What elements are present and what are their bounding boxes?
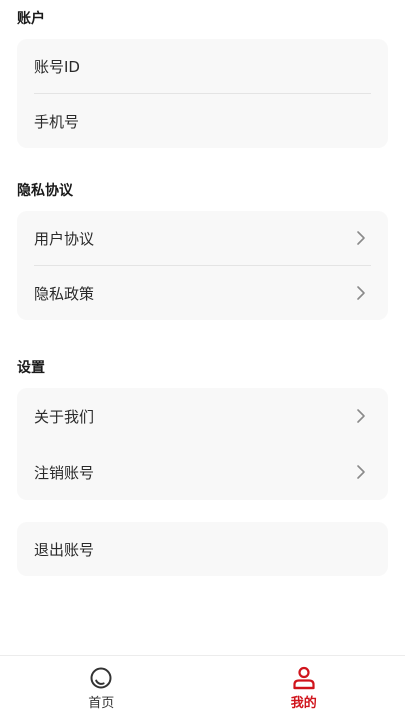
chevron-right-icon — [357, 286, 365, 300]
user-agreement-row[interactable]: 用户协议 — [17, 211, 388, 265]
tab-home[interactable]: 首页 — [0, 656, 203, 720]
privacy-card: 用户协议 隐私政策 — [17, 211, 388, 320]
phone-number-label: 手机号 — [34, 112, 80, 131]
about-us-label: 关于我们 — [34, 407, 95, 426]
tab-mine-label: 我的 — [290, 696, 317, 711]
phone-number-row[interactable]: 手机号 — [17, 94, 388, 148]
section-title-settings: 设置 — [17, 360, 45, 376]
logout-label: 退出账号 — [34, 540, 95, 559]
privacy-policy-label: 隐私政策 — [34, 284, 95, 303]
delete-account-row[interactable]: 注销账号 — [17, 444, 388, 500]
account-id-label: 账号ID — [34, 57, 80, 76]
tab-mine[interactable]: 我的 — [203, 656, 405, 720]
logout-card: 退出账号 — [17, 522, 388, 576]
chevron-right-icon — [357, 465, 365, 479]
profile-icon — [293, 666, 315, 690]
chevron-right-icon — [357, 409, 365, 423]
logout-button[interactable]: 退出账号 — [17, 522, 388, 576]
account-card: 账号ID 手机号 — [17, 39, 388, 148]
home-icon — [90, 667, 112, 689]
tab-home-label: 首页 — [88, 696, 115, 711]
settings-screen: 账户 账号ID 手机号 隐私协议 用户协议 隐私政策 设置 关于我们 注销账号 — [0, 0, 405, 720]
delete-account-label: 注销账号 — [34, 463, 95, 482]
privacy-policy-row[interactable]: 隐私政策 — [17, 266, 388, 320]
settings-card: 关于我们 注销账号 — [17, 388, 388, 500]
user-agreement-label: 用户协议 — [34, 229, 95, 248]
chevron-right-icon — [357, 231, 365, 245]
section-title-account: 账户 — [17, 11, 45, 27]
bottom-tab-bar: 首页 我的 — [0, 655, 405, 720]
about-us-row[interactable]: 关于我们 — [17, 388, 388, 444]
section-title-privacy: 隐私协议 — [17, 183, 73, 199]
account-id-row[interactable]: 账号ID — [17, 39, 388, 93]
